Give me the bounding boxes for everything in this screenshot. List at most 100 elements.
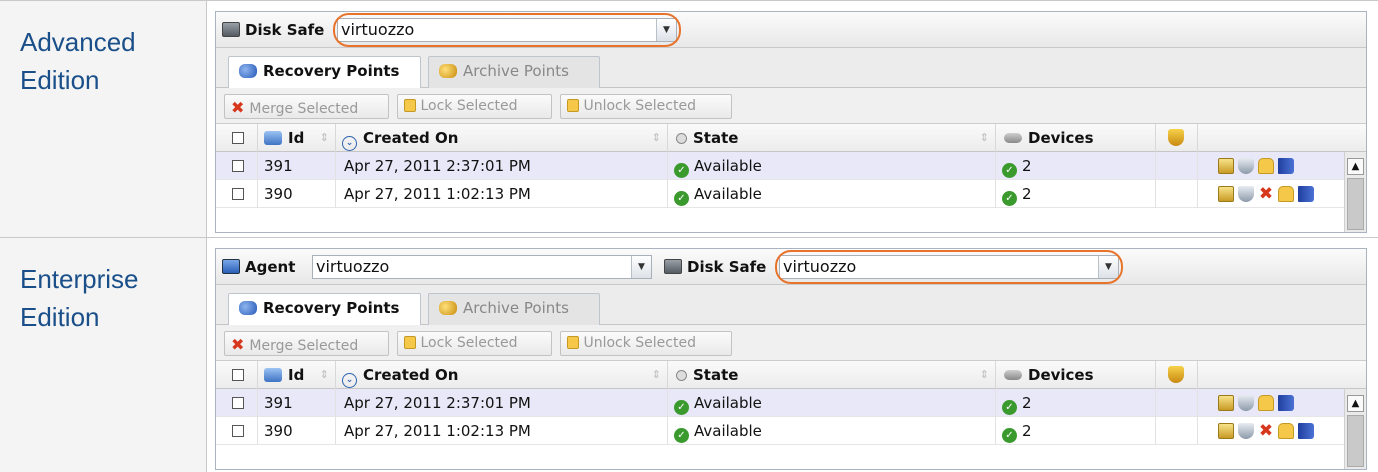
table-row[interactable]: 390 Apr 27, 2011 1:02:13 PM ✓ Available ✓… [216, 417, 1344, 445]
col-created-on[interactable]: ⌄ Created On ⇕ [336, 124, 668, 152]
merge-selected-button[interactable]: ✖ Merge Selected [224, 331, 389, 356]
sort-icon: ⇕ [319, 131, 329, 144]
id-icon [264, 368, 282, 382]
lock-icon[interactable] [1278, 186, 1294, 202]
sort-icon: ⇕ [651, 368, 661, 381]
select-all-checkbox[interactable] [232, 132, 244, 144]
grid-header: Id ⇕ ⌄ Created On ⇕ State ⇕ Devices [216, 361, 1366, 389]
recovery-points-panel: Disk Safe virtuozzo ▼ Recovery Points Ar… [215, 11, 1367, 233]
scroll-up-icon[interactable]: ▲ [1347, 158, 1364, 175]
tab-recovery-points[interactable]: Recovery Points [228, 293, 421, 326]
row-checkbox-cell[interactable] [216, 180, 258, 208]
row-actions [1218, 395, 1298, 412]
book-icon[interactable] [1298, 186, 1314, 202]
lock-selected-button[interactable]: Lock Selected [397, 94, 552, 119]
devices-cell: ✓ 2 [996, 152, 1156, 180]
highlight-ring [775, 250, 1123, 284]
vertical-scrollbar[interactable]: ▲ [1344, 389, 1366, 469]
col-devices[interactable]: Devices [996, 361, 1156, 389]
shield-icon[interactable] [1238, 186, 1254, 202]
col-created-on[interactable]: ⌄ Created On ⇕ [336, 361, 668, 389]
properties-icon[interactable] [1218, 186, 1234, 202]
state-icon [676, 370, 687, 381]
book-icon[interactable] [1278, 395, 1294, 411]
select-all-checkbox-cell[interactable] [216, 124, 258, 152]
recovery-points-panel: Agent virtuozzo ▼ Disk Safe virtuozzo ▼ … [215, 248, 1367, 470]
state-icon [676, 133, 687, 144]
lock-icon[interactable] [1258, 158, 1274, 174]
delete-icon[interactable]: ✖ [1258, 186, 1274, 203]
devices-cell: ✓ 2 [996, 417, 1156, 445]
select-all-checkbox-cell[interactable] [216, 361, 258, 389]
col-state[interactable]: State ⇕ [668, 361, 996, 389]
properties-icon[interactable] [1218, 158, 1234, 174]
scroll-thumb[interactable] [1347, 178, 1364, 230]
enterprise-edition-section: Enterprise Edition Agent virtuozzo ▼ Dis… [0, 238, 1378, 472]
sort-icon: ⇕ [979, 131, 989, 144]
shield-icon[interactable] [1238, 423, 1254, 439]
check-icon: ✓ [1002, 191, 1017, 206]
tab-archive-points[interactable]: Archive Points [428, 293, 600, 325]
vertical-scrollbar[interactable]: ▲ [1344, 152, 1366, 232]
check-icon: ✓ [1002, 163, 1017, 178]
merge-selected-button[interactable]: ✖ Merge Selected [224, 94, 389, 119]
row-checkbox[interactable] [232, 160, 244, 172]
lock-icon[interactable] [1278, 423, 1294, 439]
chevron-down-icon[interactable]: ▼ [631, 256, 651, 278]
agent-label: Agent [222, 258, 295, 276]
devices-cell: ✓ 2 [996, 389, 1156, 417]
row-actions: ✖ [1218, 423, 1318, 440]
scroll-thumb[interactable] [1347, 415, 1364, 467]
tab-recovery-points[interactable]: Recovery Points [228, 56, 421, 89]
row-checkbox[interactable] [232, 397, 244, 409]
col-shield[interactable] [1156, 361, 1198, 389]
select-all-checkbox[interactable] [232, 369, 244, 381]
table-row[interactable]: 391 Apr 27, 2011 2:37:01 PM ✓ Available ✓… [216, 389, 1344, 417]
shield-icon[interactable] [1238, 395, 1254, 411]
col-actions [1198, 124, 1346, 152]
scroll-up-icon[interactable]: ▲ [1347, 395, 1364, 412]
shield-icon [1168, 129, 1184, 146]
shield-icon[interactable] [1238, 158, 1254, 174]
col-state[interactable]: State ⇕ [668, 124, 996, 152]
row-actions: ✖ [1218, 186, 1318, 203]
created-cell: Apr 27, 2011 1:02:13 PM [336, 417, 668, 445]
col-shield[interactable] [1156, 124, 1198, 152]
id-cell: 391 [258, 152, 336, 180]
id-cell: 390 [258, 417, 336, 445]
archive-points-icon [439, 64, 457, 78]
row-checkbox-cell[interactable] [216, 152, 258, 180]
row-checkbox-cell[interactable] [216, 417, 258, 445]
devices-cell: ✓ 2 [996, 180, 1156, 208]
book-icon[interactable] [1298, 423, 1314, 439]
clock-icon: ⌄ [342, 136, 357, 151]
check-icon: ✓ [1002, 400, 1017, 415]
lock-icon[interactable] [1258, 395, 1274, 411]
edition-label: Advanced Edition [0, 1, 207, 237]
unlock-selected-button[interactable]: Unlock Selected [560, 331, 732, 356]
tab-bar: Recovery Points Archive Points [216, 48, 1366, 89]
unlock-selected-button[interactable]: Unlock Selected [560, 94, 732, 119]
agent-select[interactable]: virtuozzo ▼ [312, 255, 652, 279]
col-id[interactable]: Id ⇕ [258, 361, 336, 389]
row-checkbox[interactable] [232, 188, 244, 200]
created-cell: Apr 27, 2011 2:37:01 PM [336, 389, 668, 417]
lock-selected-button[interactable]: Lock Selected [397, 331, 552, 356]
delete-icon[interactable]: ✖ [1258, 423, 1274, 440]
id-cell: 391 [258, 389, 336, 417]
check-icon: ✓ [674, 428, 689, 443]
col-devices[interactable]: Devices [996, 124, 1156, 152]
properties-icon[interactable] [1218, 395, 1234, 411]
merge-icon: ✖ [231, 335, 245, 354]
row-checkbox[interactable] [232, 425, 244, 437]
tab-archive-points[interactable]: Archive Points [428, 56, 600, 88]
sort-icon: ⇕ [979, 368, 989, 381]
col-id[interactable]: Id ⇕ [258, 124, 336, 152]
row-checkbox-cell[interactable] [216, 389, 258, 417]
table-row[interactable]: 391 Apr 27, 2011 2:37:01 PM ✓ Available ✓… [216, 152, 1344, 180]
book-icon[interactable] [1278, 158, 1294, 174]
table-row[interactable]: 390 Apr 27, 2011 1:02:13 PM ✓ Available ✓… [216, 180, 1344, 208]
merge-icon: ✖ [231, 98, 245, 117]
properties-icon[interactable] [1218, 423, 1234, 439]
shield-cell [1156, 389, 1198, 417]
